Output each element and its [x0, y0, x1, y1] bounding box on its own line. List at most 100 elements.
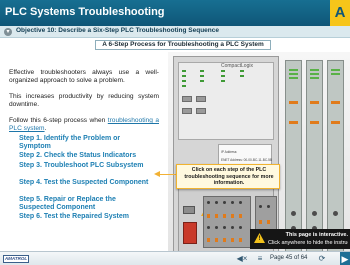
plc-usb-port	[183, 206, 195, 214]
productivity-paragraph: This increases productivity by reducing …	[9, 93, 159, 108]
terminal-screw	[239, 226, 242, 229]
plc-status-led	[182, 85, 186, 87]
title-bar: PLC Systems Troubleshooting A	[0, 0, 350, 26]
io-wire	[310, 101, 319, 104]
terminal-wire	[267, 220, 270, 224]
terminal-screw	[267, 205, 270, 208]
terminal-wire	[231, 238, 234, 242]
plc-status-led	[221, 75, 225, 77]
plc-port	[196, 108, 206, 114]
terminal-wire	[231, 214, 234, 218]
terminal-screw	[207, 201, 210, 204]
io-led	[331, 73, 340, 75]
io-wire	[289, 101, 298, 104]
io-module	[306, 60, 323, 252]
io-led	[289, 69, 298, 71]
terminal-screw	[239, 201, 242, 204]
step-3[interactable]: Step 3. Troubleshoot PLC Subsystem	[19, 162, 149, 170]
plc-status-led	[240, 70, 244, 72]
plc-status-led	[182, 80, 186, 82]
io-wire	[331, 101, 340, 104]
plc-memory-card	[183, 222, 197, 244]
plc-ip-label: IP Address:	[221, 150, 238, 154]
volume-icon[interactable]: ◀×	[236, 253, 248, 265]
step-2[interactable]: Step 2. Check the Status Indicators	[19, 152, 149, 160]
step-6[interactable]: Step 6. Test the Repaired System	[19, 213, 149, 221]
io-wire	[310, 121, 319, 124]
interactive-notice-title: This page is interactive.	[285, 232, 348, 238]
plc-ip-card: IP Address: ENET Address: 00-00-BC-11-BC…	[218, 144, 272, 166]
terminal-screw	[215, 226, 218, 229]
page-indicator: Page 45 of 64	[270, 255, 308, 261]
plc-status-led	[182, 75, 186, 77]
follow-suffix: .	[44, 125, 47, 132]
io-led	[310, 77, 319, 79]
terminal-screw	[231, 201, 234, 204]
course-title: PLC Systems Troubleshooting	[5, 6, 165, 18]
terminal-screw	[231, 226, 234, 229]
refresh-icon[interactable]: ⟳	[316, 253, 328, 265]
terminal-wire	[207, 238, 210, 242]
plc-status-led	[200, 75, 204, 77]
callout-text: Click on each step of the PLC troublesho…	[184, 167, 274, 186]
terminal-wire	[223, 214, 226, 218]
terminal-wire	[207, 214, 210, 218]
plc-terminal-block	[203, 196, 251, 248]
plc-port	[182, 96, 192, 102]
plc-port	[182, 108, 192, 114]
plc-brand-label: CompactLogix	[221, 63, 253, 69]
callout-arrow-line	[160, 174, 176, 175]
terminal-wire	[215, 238, 218, 242]
step-4[interactable]: Step 4. Test the Suspected Component	[19, 179, 149, 187]
amatrol-logo: AMATROL	[3, 255, 29, 263]
terminal-screw	[223, 201, 226, 204]
terminal-screw	[207, 226, 210, 229]
terminal-wire	[239, 214, 242, 218]
menu-icon[interactable]: ≡	[254, 253, 266, 265]
follow-paragraph: Follow this 6-step process when troubles…	[9, 117, 159, 133]
next-arrow-icon[interactable]: ▶	[340, 252, 350, 265]
terminal-wire	[215, 214, 218, 218]
terminal-wire	[239, 238, 242, 242]
io-screw	[312, 211, 317, 216]
terminal-screw	[215, 201, 218, 204]
callout-arrow-icon	[154, 171, 160, 177]
io-led	[310, 73, 319, 75]
plc-mac-label: ENET Address: 00-00-BC-11-BC-5B	[221, 158, 273, 162]
objective-title: Objective 10: Describe a Six-Step PLC Tr…	[16, 27, 219, 34]
course-window: PLC Systems Troubleshooting A ▾ Objectiv…	[0, 0, 350, 265]
io-led	[289, 73, 298, 75]
terminal-screw	[259, 205, 262, 208]
step-1[interactable]: Step 1. Identify the Problem or Symptom	[19, 135, 149, 151]
objective-bar[interactable]: ▾ Objective 10: Describe a Six-Step PLC …	[0, 26, 350, 38]
io-screw	[333, 211, 338, 216]
plc-port	[196, 96, 206, 102]
plc-status-led	[182, 70, 186, 72]
interactive-notice[interactable]: ! This page is interactive. Click anywhe…	[250, 229, 350, 249]
plc-status-led	[221, 70, 225, 72]
plc-status-led	[200, 80, 204, 82]
plc-status-led	[240, 75, 244, 77]
io-module	[327, 60, 344, 252]
chevron-down-icon[interactable]: ▾	[4, 28, 12, 36]
step-5[interactable]: Step 5. Repair or Replace the Suspected …	[19, 196, 149, 212]
follow-text: Follow this 6-step process when	[9, 117, 106, 124]
warning-exclamation: !	[258, 236, 261, 242]
io-module	[285, 60, 302, 252]
io-led	[310, 69, 319, 71]
io-led	[289, 77, 298, 79]
terminal-wire	[223, 238, 226, 242]
io-led	[331, 69, 340, 71]
page-heading-box: A 6-Step Process for Troubleshooting a P…	[95, 40, 271, 50]
terminal-wire	[259, 220, 262, 224]
interactive-notice-hint: Click anywhere to hide the instructions.	[268, 240, 348, 246]
plc-status-led	[221, 80, 225, 82]
io-wire	[331, 121, 340, 124]
terminal-screw	[223, 226, 226, 229]
intro-paragraph: Effective troubleshooters always use a w…	[9, 69, 159, 84]
bottom-toolbar: AMATROL ◀× ≡ Page 45 of 64 ⟳ ▶	[0, 251, 350, 265]
io-screw	[291, 211, 296, 216]
plc-status-led	[200, 70, 204, 72]
instruction-callout[interactable]: Click on each step of the PLC troublesho…	[176, 164, 280, 189]
amatrol-a-logo: A	[330, 0, 350, 26]
